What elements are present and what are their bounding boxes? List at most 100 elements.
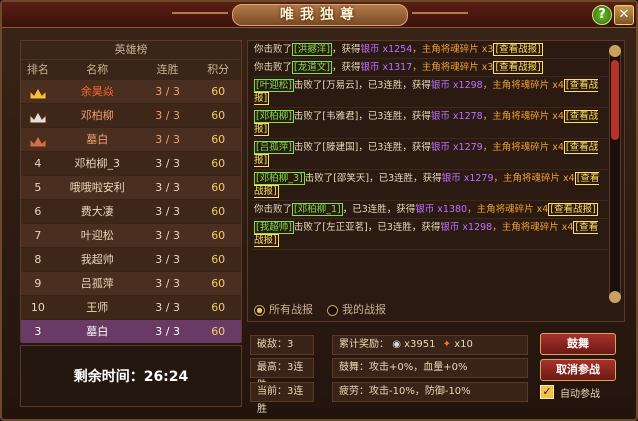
ranking-row[interactable]: 4 邓柏柳_3 3 / 3 60 xyxy=(21,151,241,175)
name-cell: 邓柏柳 xyxy=(80,109,114,122)
window-title: 唯我独尊 xyxy=(232,4,408,26)
player-link[interactable]: [邓柏柳] xyxy=(254,110,294,123)
rank-cell xyxy=(21,128,55,151)
log-text: 你击败了 xyxy=(254,62,293,73)
radio-unselected-icon[interactable] xyxy=(327,304,338,316)
close-icon[interactable]: ✕ xyxy=(614,5,634,25)
header-points: 积分 xyxy=(207,63,230,76)
remaining-time: 剩余时间：26:24 xyxy=(20,345,242,407)
name-cell: 哦哦啦安利 xyxy=(69,181,125,194)
ranking-row[interactable]: 10 王师 3 / 3 60 xyxy=(21,295,241,319)
log-entry: 你击败了 [邓柏柳_1] ，已3连胜，获得银币 x1380，主角将魂碎片 x4 [查看… xyxy=(252,201,608,219)
current-streak: 当前：3连胜 xyxy=(250,382,314,415)
rank-cell xyxy=(21,80,55,103)
scroll-down-icon[interactable] xyxy=(609,291,621,303)
log-entry: [邓柏柳] 击败了[韦雅君]，已3连胜，获得银币 x1278，主角将魂碎片 x4[… xyxy=(252,108,608,139)
self-ranking-row: 3 墓白 3 / 3 60 xyxy=(21,319,241,343)
log-scrollbar[interactable] xyxy=(609,45,621,303)
streak-cell: 3 / 3 xyxy=(155,109,180,122)
silver-reward: 银币 x1380 xyxy=(415,204,468,215)
header-name: 名称 xyxy=(86,63,109,76)
ranking-row[interactable]: 9 吕孤萍 3 / 3 60 xyxy=(21,271,241,295)
ranking-row[interactable]: 8 我超帅 3 / 3 60 xyxy=(21,247,241,271)
game-window: 唯我独尊 ? ✕ 英雄榜 排名 名称 连胜 积分 余昊焱 3 / 3 60 邓柏柳 3 … xyxy=(0,0,638,421)
log-entry: 你击败了 [洪撼洋] ，获得银币 x1254，主角将魂碎片 x3 [查看战报] xyxy=(252,41,608,59)
streak-cell: 3 / 3 xyxy=(155,205,180,218)
title-ornament-right xyxy=(412,12,468,14)
ranking-row[interactable]: 墓白 3 / 3 60 xyxy=(21,127,241,151)
ranking-row[interactable]: 5 哦哦啦安利 3 / 3 60 xyxy=(21,175,241,199)
fragment-reward: ，主角将魂碎片 x4 xyxy=(482,80,564,91)
bronze-crown-icon xyxy=(29,133,47,148)
header-streak: 连胜 xyxy=(156,63,179,76)
battle-log-panel: 你击败了 [洪撼洋] ，获得银币 x1254，主角将魂碎片 x3 [查看战报] 你击败了… xyxy=(247,40,625,322)
view-report-link[interactable]: [查看战报] xyxy=(548,203,598,216)
name-cell: 邓柏柳_3 xyxy=(74,157,121,170)
reward-soul: x10 xyxy=(454,339,473,350)
scroll-up-icon[interactable] xyxy=(609,45,621,57)
points-cell: 60 xyxy=(211,133,226,146)
name-cell: 费大凄 xyxy=(80,205,114,218)
ranking-row[interactable]: 6 费大凄 3 / 3 60 xyxy=(21,199,241,223)
auto-join-checkbox[interactable]: ✓ xyxy=(540,385,554,399)
reward-silver: x3951 xyxy=(404,339,436,350)
rank-cell: 9 xyxy=(34,277,42,290)
quit-battle-button[interactable]: 取消参战 xyxy=(540,359,616,381)
log-filter: 所有战报 我的战报 xyxy=(254,301,386,319)
view-report-link[interactable]: [查看战报] xyxy=(493,43,543,56)
fatigue-penalty: 疲劳：攻击-10%，防御-10% xyxy=(332,382,528,402)
player-link[interactable]: [我超帅] xyxy=(254,221,294,234)
player-link[interactable]: [邓柏柳_1] xyxy=(292,203,343,216)
help-icon[interactable]: ? xyxy=(592,5,612,25)
filter-mine-label: 我的战报 xyxy=(342,303,386,316)
filter-all-label: 所有战报 xyxy=(269,303,313,316)
gold-crown-icon xyxy=(29,85,47,100)
streak-cell: 3 / 3 xyxy=(155,229,180,242)
player-link[interactable]: [洪撼洋] xyxy=(292,43,332,56)
player-link[interactable]: [龙道文] xyxy=(292,61,332,74)
silver-crown-icon xyxy=(29,109,47,124)
name-cell: 吕孤萍 xyxy=(80,277,114,290)
streak-cell: 3 / 3 xyxy=(155,277,180,290)
points-cell: 60 xyxy=(211,301,226,314)
silver-coin-icon: ◉ xyxy=(392,339,401,350)
filter-mine-option[interactable]: 我的战报 xyxy=(327,301,386,319)
scroll-thumb[interactable] xyxy=(611,60,619,140)
rank-cell: 7 xyxy=(34,229,42,242)
log-text: 击败了[滕建国]，已3连胜，获得 xyxy=(293,142,431,153)
log-entry: [叶迎松] 击败了[万易云]，已3连胜，获得银币 x1298，主角将魂碎片 x4[… xyxy=(252,77,608,108)
defeated-count: 破敌：3 xyxy=(250,335,314,355)
ranking-row[interactable]: 7 叶迎松 3 / 3 60 xyxy=(21,223,241,247)
view-report-link[interactable]: [查看战报] xyxy=(493,61,543,74)
name-cell: 叶迎松 xyxy=(80,229,114,242)
points-cell: 60 xyxy=(211,157,226,170)
log-text: 击败了[韦雅君]，已3连胜，获得 xyxy=(293,111,431,122)
fragment-reward: ，主角将魂碎片 x4 xyxy=(482,111,564,122)
log-entry: [邓柏柳_3] 击败了[邵笑天]，已3连胜，获得银币 x1279，主角将魂碎片 x… xyxy=(252,170,608,201)
player-link[interactable]: [吕孤萍] xyxy=(254,141,294,154)
player-link[interactable]: [叶迎松] xyxy=(254,79,294,92)
name-cell: 王师 xyxy=(86,301,109,314)
name-cell: 余昊焱 xyxy=(80,85,114,98)
log-entry: [我超帅] 击败了[左正亚茗]，已3连胜，获得银币 x1298，主角将魂碎片 x4… xyxy=(252,219,608,250)
player-link[interactable]: [邓柏柳_3] xyxy=(254,172,305,185)
reward-label: 累计奖励： xyxy=(339,339,389,350)
filter-all-option[interactable]: 所有战报 xyxy=(254,301,313,319)
fragment-reward: ，主角将魂碎片 x4 xyxy=(493,173,575,184)
ranking-row[interactable]: 余昊焱 3 / 3 60 xyxy=(21,79,241,103)
fragment-reward: ，主角将魂碎片 x4 xyxy=(482,142,564,153)
rank-cell: 4 xyxy=(34,157,42,170)
self-points: 60 xyxy=(211,325,226,338)
name-cell: 我超帅 xyxy=(80,253,114,266)
silver-reward: 银币 x1278 xyxy=(430,111,483,122)
inspire-button[interactable]: 鼓舞 xyxy=(540,333,616,355)
streak-cell: 3 / 3 xyxy=(155,133,180,146)
log-text: 击败了[万易云]，已3连胜，获得 xyxy=(293,80,431,91)
ranking-row[interactable]: 邓柏柳 3 / 3 60 xyxy=(21,103,241,127)
radio-selected-icon[interactable] xyxy=(254,304,265,316)
log-text: 你击败了 xyxy=(254,204,293,215)
silver-reward: 银币 x1254 xyxy=(360,44,413,55)
rank-cell xyxy=(21,104,55,127)
log-text: ，获得 xyxy=(331,44,361,55)
hero-ranking-panel: 英雄榜 排名 名称 连胜 积分 余昊焱 3 / 3 60 邓柏柳 3 / 3 60 墓白 3 … xyxy=(20,40,242,343)
